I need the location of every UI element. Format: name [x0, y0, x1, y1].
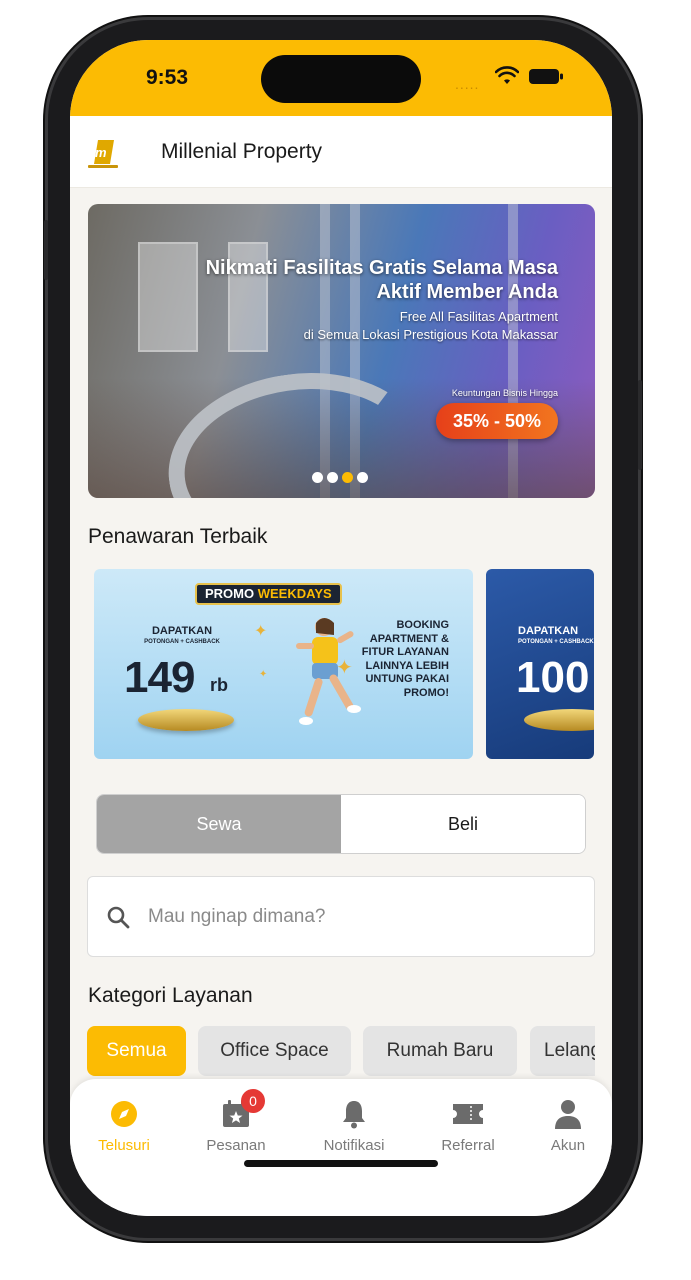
banner-subtitle-line2: di Semua Lokasi Prestigious Kota Makassa…: [303, 327, 558, 342]
promo-price-unit: rb: [210, 675, 228, 695]
rent-buy-toggle: Sewa Beli: [96, 794, 586, 854]
carousel-dot[interactable]: [312, 472, 323, 483]
carousel-dot-active[interactable]: [342, 472, 353, 483]
bell-icon: [343, 1101, 365, 1129]
gold-podium: [524, 709, 594, 731]
notification-badge: 0: [241, 1089, 265, 1113]
status-time: 9:53: [146, 66, 189, 89]
volume-button: [44, 220, 48, 280]
search-box[interactable]: [87, 876, 595, 957]
banner-title: Nikmati Fasilitas Gratis Selama Masa Akt…: [205, 257, 558, 303]
tab-label: Pesanan: [206, 1137, 266, 1154]
tab-label: Referral: [441, 1137, 495, 1154]
rent-tab[interactable]: Sewa: [97, 795, 341, 853]
sparkle-icon: ✦: [259, 669, 268, 680]
banner-subtitle: Free All Fasilitas Apartment di Semua Lo…: [218, 308, 558, 344]
bottom-tab-bar: Telusuri 0 Pesanan Notifikasi Referral A…: [70, 1079, 612, 1216]
promo-get: DAPATKAN: [151, 625, 213, 637]
tab-pesanan[interactable]: 0 Pesanan: [191, 1089, 281, 1157]
categories-title: Kategori Layanan: [88, 984, 253, 1007]
gold-podium: [138, 709, 234, 731]
home-indicator[interactable]: [244, 1160, 438, 1167]
chip-rumah-baru[interactable]: Rumah Baru: [363, 1026, 517, 1076]
promo-price: 149: [124, 653, 195, 702]
promo-tag: PROMO WEEKDAYS: [195, 583, 342, 605]
promo-banner[interactable]: Nikmati Fasilitas Gratis Selama Masa Akt…: [88, 204, 595, 498]
chip-semua[interactable]: Semua: [87, 1026, 186, 1076]
promo-get-sub: POTONGAN + CASHBACK: [518, 639, 594, 645]
banner-window: [138, 242, 198, 352]
chip-lelang[interactable]: Lelang: [530, 1026, 595, 1076]
tab-label: Telusuri: [98, 1137, 150, 1154]
banner-profit-badge: 35% - 50%: [436, 403, 558, 439]
category-chips: Semua Office Space Rumah Baru Lelang: [87, 1026, 595, 1076]
search-input[interactable]: [148, 903, 568, 931]
promo-card[interactable]: DAPATKAN POTONGAN + CASHBACK 100: [486, 569, 594, 759]
screen: 9:53 ..... m Millenial Property Nikmati …: [70, 40, 612, 1216]
tab-telusuri[interactable]: Telusuri: [79, 1097, 169, 1157]
tab-notifikasi[interactable]: Notifikasi: [309, 1097, 399, 1157]
search-icon: [107, 906, 130, 929]
svg-text:m: m: [95, 145, 107, 160]
signal-icon: .....: [455, 76, 480, 92]
tab-akun[interactable]: Akun: [523, 1097, 612, 1157]
compass-icon: [111, 1101, 137, 1127]
user-icon: [555, 1100, 581, 1129]
power-button: [638, 380, 642, 470]
wifi-icon: [495, 66, 519, 84]
battery-icon: [529, 69, 563, 84]
promo-price: 100: [516, 653, 590, 702]
promo-get: DAPATKAN: [518, 625, 579, 637]
banner-subtitle-line1: Free All Fasilitas Apartment: [399, 309, 558, 324]
promo-tag-a: PROMO: [205, 586, 258, 601]
chip-office-space[interactable]: Office Space: [198, 1026, 351, 1076]
promo-card[interactable]: PROMO WEEKDAYS DAPATKAN POTONGAN + CASHB…: [94, 569, 473, 759]
status-bar: 9:53 .....: [70, 40, 612, 116]
app-header: m Millenial Property: [70, 116, 612, 188]
millenial-logo-icon: m: [88, 140, 118, 168]
ticket-icon: [453, 1104, 483, 1124]
promo-tag-b: WEEKDAYS: [257, 586, 332, 601]
tab-label: Notifikasi: [323, 1137, 385, 1154]
carousel-dot[interactable]: [327, 472, 338, 483]
tab-referral[interactable]: Referral: [423, 1097, 513, 1157]
dynamic-island: [261, 55, 421, 103]
app-title: Millenial Property: [161, 140, 323, 163]
promo-get-sub: POTONGAN + CASHBACK: [144, 639, 220, 645]
carousel-dot[interactable]: [357, 472, 368, 483]
carousel-indicator: [312, 472, 368, 483]
banner-profit-label: Keuntungan Bisnis Hingga: [451, 388, 558, 398]
offers-title: Penawaran Terbaik: [88, 525, 268, 548]
tab-label: Akun: [550, 1137, 586, 1154]
promo-description: BOOKING APARTMENT & FITUR LAYANAN LAINNY…: [361, 619, 449, 699]
buy-tab[interactable]: Beli: [341, 795, 585, 853]
sparkle-icon: ✦: [254, 623, 268, 640]
